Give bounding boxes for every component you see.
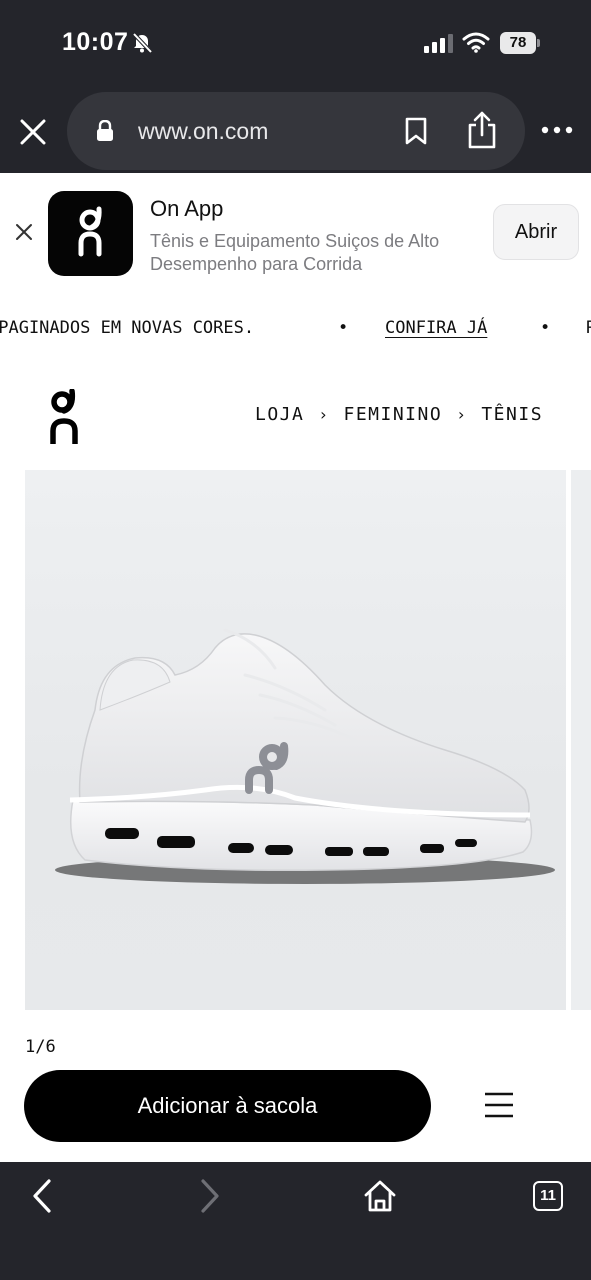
ticker-separator: •: [540, 318, 551, 338]
app-name: On App: [150, 196, 224, 221]
breadcrumb-item-feminino[interactable]: FEMININO: [344, 404, 443, 425]
ticker-trailing-text: R: [586, 318, 591, 338]
battery-indicator: 78: [500, 32, 540, 54]
app-icon: [48, 191, 133, 276]
product-image[interactable]: [25, 470, 566, 1010]
white-sneaker-illustration: [55, 628, 555, 884]
next-product-image-peek[interactable]: [571, 470, 591, 1010]
bookmark-icon[interactable]: [404, 117, 428, 145]
status-time: 10:07: [62, 28, 129, 56]
bell-slash-icon: [132, 32, 153, 54]
url-bar[interactable]: [67, 92, 525, 170]
open-app-button[interactable]: Abrir: [493, 204, 579, 260]
forward-icon: [201, 1179, 219, 1213]
add-to-bag-button[interactable]: Adicionar à sacola: [24, 1070, 431, 1142]
on-logo-icon[interactable]: [48, 389, 82, 447]
chevron-right-icon: ›: [318, 405, 330, 424]
battery-level: 78: [500, 32, 536, 54]
home-icon[interactable]: [363, 1179, 397, 1213]
breadcrumb: LOJA › FEMININO › TÊNIS: [255, 404, 543, 425]
banner-close-icon[interactable]: [14, 222, 34, 242]
image-counter: 1/6: [25, 1037, 56, 1057]
close-icon[interactable]: [18, 117, 48, 147]
breadcrumb-item-loja[interactable]: LOJA: [255, 404, 304, 425]
url-text[interactable]: www.on.com: [138, 118, 268, 145]
app-description: Tênis e Equipamento Suiços de Alto Desem…: [150, 231, 440, 274]
share-icon[interactable]: [466, 111, 498, 149]
ticker-text: EPAGINADOS EM NOVAS CORES.: [0, 318, 255, 338]
browser-bottom-bar: [0, 1162, 591, 1280]
wifi-icon: [462, 32, 490, 53]
more-icon[interactable]: [541, 122, 573, 138]
back-icon[interactable]: [29, 1178, 55, 1214]
ticker-link[interactable]: CONFIRA JÁ: [385, 318, 487, 338]
breadcrumb-item-tenis[interactable]: TÊNIS: [481, 404, 543, 425]
lock-icon: [97, 120, 113, 141]
on-logo-icon: [78, 206, 102, 257]
announcement-ticker: EPAGINADOS EM NOVAS CORES. • CONFIRA JÁ …: [0, 316, 591, 344]
battery-tip: [537, 39, 540, 47]
signal-icon: [424, 34, 453, 53]
tabs-button[interactable]: 11: [533, 1181, 563, 1211]
chevron-right-icon: ›: [456, 405, 468, 424]
ticker-separator: •: [338, 318, 349, 338]
hamburger-menu-icon[interactable]: [484, 1091, 514, 1119]
